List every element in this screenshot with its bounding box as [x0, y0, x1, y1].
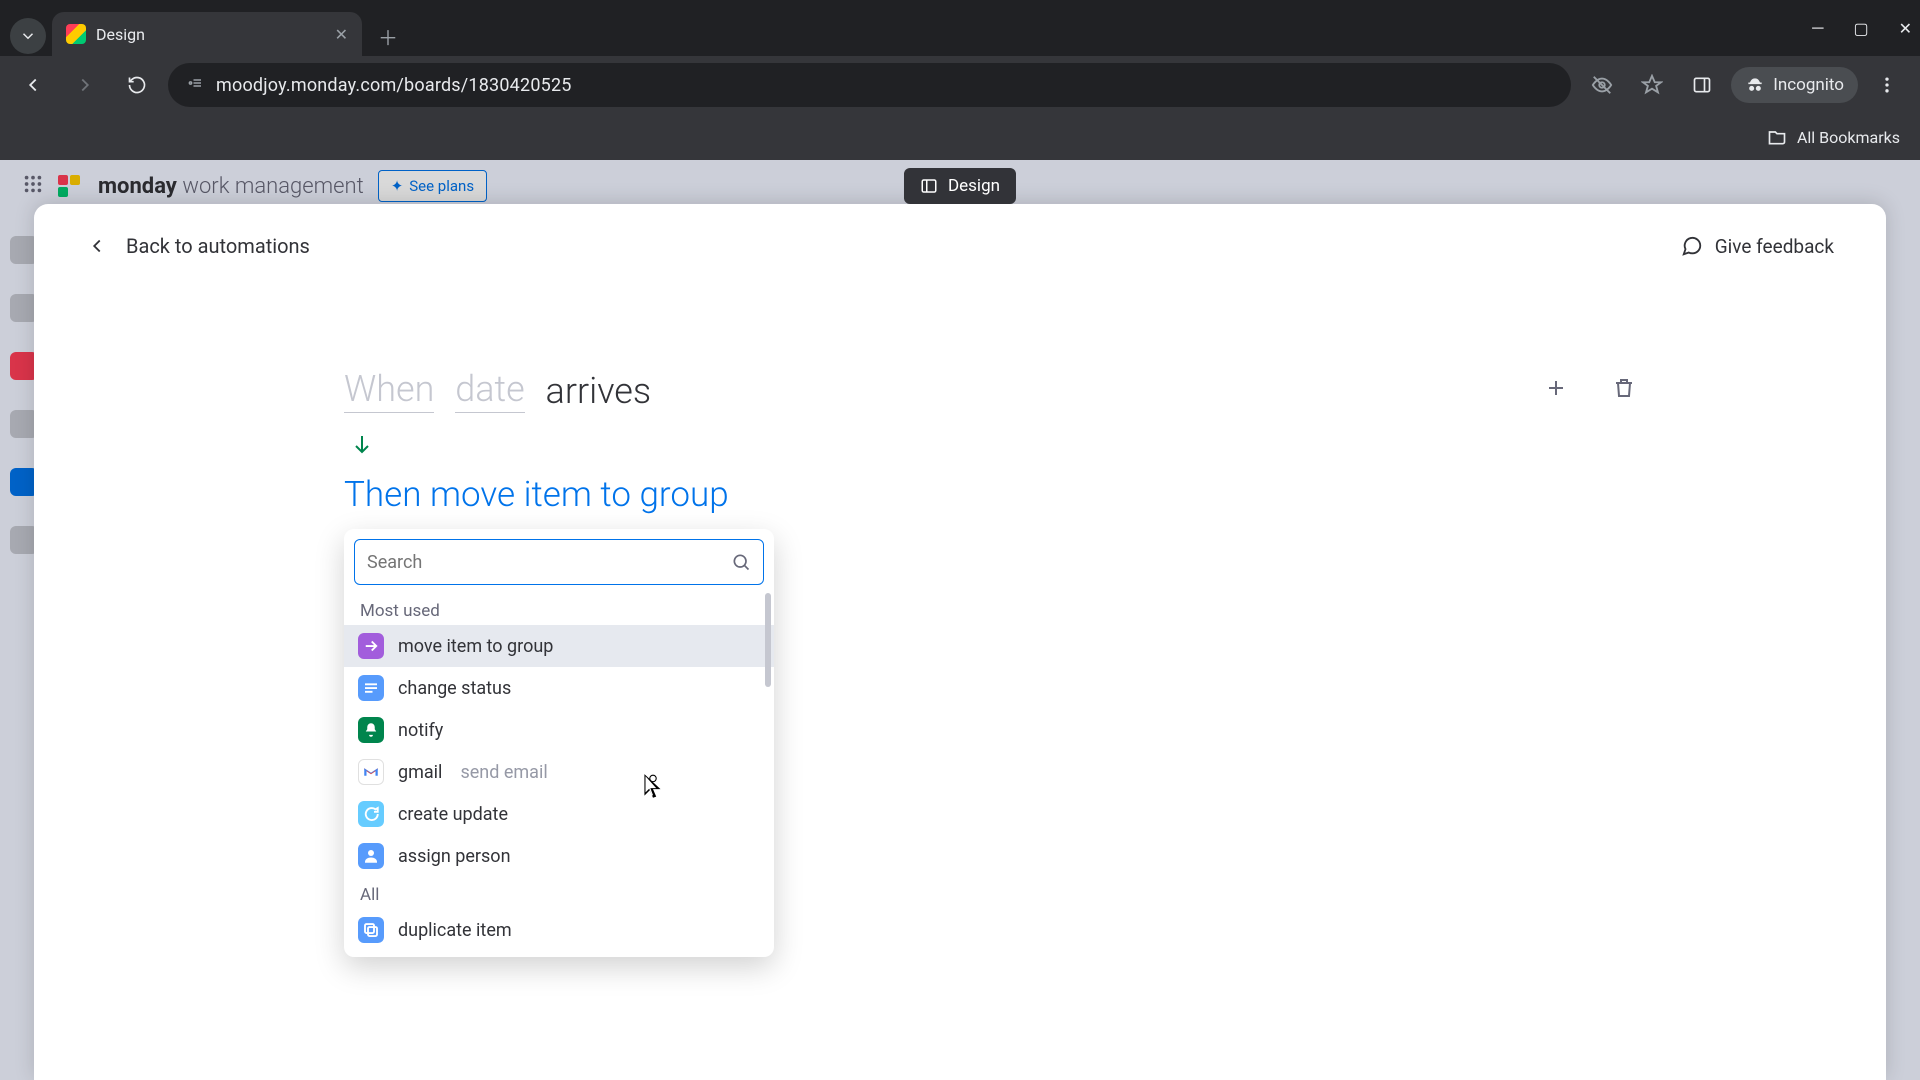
board-pill[interactable]: Design — [904, 168, 1016, 204]
option-duplicate-item[interactable]: duplicate item — [344, 909, 774, 951]
bookmark-bar: All Bookmarks — [0, 114, 1920, 160]
side-panel-icon[interactable] — [1681, 64, 1723, 106]
feedback-label: Give feedback — [1715, 235, 1834, 258]
delete-step-icon[interactable] — [1612, 376, 1636, 406]
person-icon — [358, 843, 384, 869]
trigger-date-link[interactable]: date — [455, 368, 525, 413]
dropdown-search[interactable] — [354, 539, 764, 585]
browser-tab-strip: Design ✕ ＋ ─ ▢ ✕ — [0, 0, 1920, 56]
back-to-automations[interactable]: Back to automations — [86, 234, 310, 258]
option-gmail[interactable]: gmail send email — [344, 751, 774, 793]
scrollbar[interactable] — [765, 593, 771, 687]
bookmark-star-icon[interactable] — [1631, 64, 1673, 106]
option-change-status[interactable]: change status — [344, 667, 774, 709]
arrow-right-icon — [358, 633, 384, 659]
forward-button — [64, 64, 106, 106]
status-icon — [358, 675, 384, 701]
option-create-update[interactable]: create update — [344, 793, 774, 835]
trigger-when-link[interactable]: When — [344, 368, 434, 413]
app-viewport: monday work management ✦ See plans Desig… — [0, 160, 1920, 1080]
section-all: All — [344, 877, 774, 909]
browser-toolbar: moodjoy.monday.com/boards/1830420525 Inc… — [0, 56, 1920, 114]
address-bar[interactable]: moodjoy.monday.com/boards/1830420525 — [168, 63, 1571, 107]
tab-search-button[interactable] — [10, 18, 46, 54]
browser-tab[interactable]: Design ✕ — [52, 12, 362, 56]
reload-button[interactable] — [116, 64, 158, 106]
trigger-sentence: When date arrives — [344, 368, 1886, 413]
see-plans-button[interactable]: ✦ See plans — [378, 170, 487, 202]
automation-builder: When date arrives Then move item to grou… — [34, 258, 1886, 957]
eye-off-icon[interactable] — [1581, 64, 1623, 106]
monday-favicon — [66, 24, 86, 44]
all-bookmarks-button[interactable]: All Bookmarks — [1767, 127, 1900, 147]
bell-icon — [358, 717, 384, 743]
monday-logo-icon — [58, 173, 84, 199]
maximize-icon[interactable]: ▢ — [1853, 19, 1868, 38]
url-text: moodjoy.monday.com/boards/1830420525 — [216, 75, 572, 96]
board-pill-label: Design — [948, 176, 1000, 196]
kebab-menu-icon[interactable] — [1866, 64, 1908, 106]
chat-icon — [358, 801, 384, 827]
gmail-icon — [358, 759, 384, 785]
tab-title: Design — [96, 25, 325, 44]
incognito-badge[interactable]: Incognito — [1731, 67, 1858, 103]
search-icon — [731, 552, 751, 572]
section-most-used: Most used — [344, 593, 774, 625]
option-label: gmail — [398, 762, 442, 783]
option-move-item-to-group[interactable]: move item to group — [344, 625, 774, 667]
option-notify[interactable]: notify — [344, 709, 774, 751]
trigger-arrives-text: arrives — [546, 370, 652, 412]
give-feedback-button[interactable]: Give feedback — [1681, 235, 1834, 258]
copy-icon — [358, 917, 384, 943]
add-step-icon[interactable] — [1544, 376, 1568, 406]
action-dropdown: Most used move item to group change stat… — [344, 529, 774, 957]
option-sublabel: send email — [460, 762, 547, 783]
automation-modal: Back to automations Give feedback When d… — [34, 204, 1886, 1080]
option-assign-person[interactable]: assign person — [344, 835, 774, 877]
option-label: duplicate item — [398, 920, 512, 941]
product-name: monday work management — [98, 174, 364, 199]
close-tab-icon[interactable]: ✕ — [335, 25, 348, 44]
incognito-label: Incognito — [1773, 75, 1844, 95]
flow-arrow-icon — [350, 431, 1886, 464]
all-bookmarks-label: All Bookmarks — [1797, 128, 1900, 147]
new-tab-button[interactable]: ＋ — [370, 18, 406, 54]
option-label: create update — [398, 804, 508, 825]
action-sentence[interactable]: Then move item to group — [344, 474, 1886, 515]
back-button[interactable] — [12, 64, 54, 106]
site-info-icon[interactable] — [186, 74, 204, 96]
option-label: notify — [398, 720, 443, 741]
option-label: move item to group — [398, 636, 553, 657]
close-icon[interactable]: ✕ — [1899, 19, 1912, 38]
option-label: assign person — [398, 846, 511, 867]
search-input[interactable] — [367, 552, 723, 573]
window-controls: ─ ▢ ✕ — [1812, 0, 1912, 56]
apps-grid-icon[interactable] — [22, 173, 44, 199]
back-label: Back to automations — [126, 234, 310, 258]
minimize-icon[interactable]: ─ — [1812, 18, 1823, 38]
option-label: change status — [398, 678, 511, 699]
